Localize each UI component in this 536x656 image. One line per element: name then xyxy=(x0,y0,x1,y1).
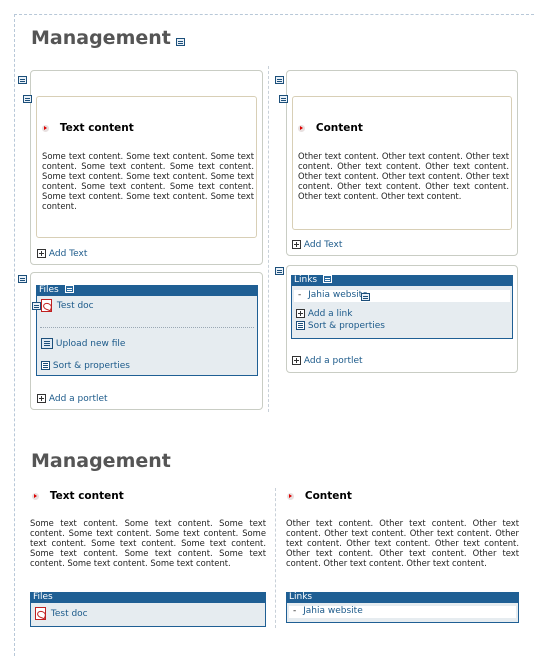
content-title-row: Content xyxy=(298,122,363,134)
link-edit-icon[interactable] xyxy=(360,292,370,301)
page-outline-left xyxy=(14,14,15,656)
preview-content-title-row: Content xyxy=(287,490,352,502)
add-text-button[interactable]: Add Text xyxy=(292,240,342,250)
preview-content-title: Content xyxy=(304,490,352,502)
page-outline-top xyxy=(14,14,534,15)
file-item[interactable]: Test doc xyxy=(41,299,94,312)
edit-section-header: Management xyxy=(31,27,185,49)
plus-icon xyxy=(37,249,46,258)
content-box: Content Other text content. Other text c… xyxy=(279,94,512,230)
links-portlet-header: Links xyxy=(291,275,513,286)
preview-text-title-row: Text content xyxy=(32,490,124,502)
bullet-icon xyxy=(42,125,49,132)
preview-file-item[interactable]: Test doc xyxy=(35,607,88,620)
preview-text-body: Some text content. Some text content. So… xyxy=(30,518,266,568)
content-edit-icon[interactable] xyxy=(279,94,288,103)
link-item-label[interactable]: Jahia website xyxy=(308,290,368,300)
portlet-edit-icon[interactable] xyxy=(323,275,332,283)
preview-link-item[interactable]: - Jahia website xyxy=(289,606,516,618)
page-title: Management xyxy=(31,27,171,49)
add-link-button[interactable]: Add a link xyxy=(296,309,352,319)
plus-icon xyxy=(292,356,301,365)
preview-files-body: Test doc xyxy=(30,603,266,627)
sort-icon xyxy=(296,321,305,330)
right-portlet-container: Links - Jahia website Add a link Sort & … xyxy=(275,265,518,373)
link-item[interactable]: - Jahia website xyxy=(294,290,510,302)
upload-icon xyxy=(41,338,53,349)
pdf-icon xyxy=(35,607,46,620)
sort-properties-label[interactable]: Sort & properties xyxy=(53,361,130,371)
sort-properties-button[interactable]: Sort & properties xyxy=(41,361,130,371)
add-portlet-button[interactable]: Add a portlet xyxy=(37,394,108,404)
preview-link-label[interactable]: Jahia website xyxy=(303,606,363,616)
file-item-label[interactable]: Test doc xyxy=(57,301,94,311)
preview-files-header: Files xyxy=(30,592,266,603)
left-portlet-container: Files Test doc Upload new file Sort & pr… xyxy=(18,272,263,410)
add-text-button[interactable]: Add Text xyxy=(37,249,87,259)
container-edit-icon[interactable] xyxy=(18,75,27,84)
add-portlet-label[interactable]: Add a portlet xyxy=(49,394,108,404)
bullet-icon xyxy=(298,125,305,132)
preview-links-portlet: Links - Jahia website xyxy=(286,592,519,623)
links-portlet-title: Links xyxy=(294,275,318,285)
upload-file-button[interactable]: Upload new file xyxy=(41,338,125,349)
divider xyxy=(40,327,254,328)
left-text-container: Text content Some text content. Some tex… xyxy=(18,70,263,265)
preview-text-title: Text content xyxy=(49,490,124,502)
add-portlet-button[interactable]: Add a portlet xyxy=(292,356,363,366)
sort-properties-label[interactable]: Sort & properties xyxy=(308,321,385,331)
sort-icon xyxy=(41,361,50,370)
container-edit-icon[interactable] xyxy=(275,75,284,84)
text-edit-icon[interactable] xyxy=(23,94,32,103)
right-text-container: Content Other text content. Other text c… xyxy=(275,70,518,256)
files-portlet-body: Test doc Upload new file Sort & properti… xyxy=(32,296,258,376)
sort-properties-button[interactable]: Sort & properties xyxy=(296,321,385,331)
link-bullet: - xyxy=(293,606,297,616)
add-portlet-label[interactable]: Add a portlet xyxy=(304,356,363,366)
bullet-icon xyxy=(32,493,39,500)
content-title: Content xyxy=(315,122,363,134)
preview-links-body: - Jahia website xyxy=(286,603,519,623)
preview-column-divider xyxy=(275,488,276,628)
add-link-label[interactable]: Add a link xyxy=(308,309,353,319)
add-text-label[interactable]: Add Text xyxy=(49,249,88,259)
preview-page-title: Management xyxy=(31,450,171,472)
pdf-icon xyxy=(41,299,52,312)
text-content-title-row: Text content xyxy=(42,122,134,134)
link-bullet: - xyxy=(298,290,302,300)
container-edit-icon[interactable] xyxy=(275,266,284,275)
edit-icon[interactable] xyxy=(175,38,185,46)
column-divider xyxy=(268,66,269,412)
text-content-title: Text content xyxy=(59,122,134,134)
links-portlet-body: - Jahia website Add a link Sort & proper… xyxy=(291,286,513,339)
preview-files-portlet: Files Test doc xyxy=(30,592,266,627)
preview-links-header: Links xyxy=(286,592,519,603)
bullet-icon xyxy=(287,493,294,500)
container-edit-icon[interactable] xyxy=(18,274,27,283)
files-portlet-title: Files xyxy=(39,285,59,295)
preview-content-body: Other text content. Other text content. … xyxy=(286,518,519,568)
plus-icon xyxy=(37,394,46,403)
portlet-edit-icon[interactable] xyxy=(64,285,74,293)
text-content-box: Text content Some text content. Some tex… xyxy=(23,94,257,238)
links-portlet: Links - Jahia website Add a link Sort & … xyxy=(291,275,513,339)
plus-icon xyxy=(296,309,305,318)
files-portlet-header: Files xyxy=(36,285,258,296)
files-portlet: Files Test doc Upload new file Sort & pr… xyxy=(32,285,258,376)
text-content-body: Some text content. Some text content. So… xyxy=(42,151,254,211)
content-body: Other text content. Other text content. … xyxy=(298,151,509,201)
add-text-label[interactable]: Add Text xyxy=(304,240,343,250)
file-edit-icon[interactable] xyxy=(32,301,41,310)
preview-file-label[interactable]: Test doc xyxy=(51,609,88,619)
upload-file-label[interactable]: Upload new file xyxy=(56,339,126,349)
plus-icon xyxy=(292,240,301,249)
